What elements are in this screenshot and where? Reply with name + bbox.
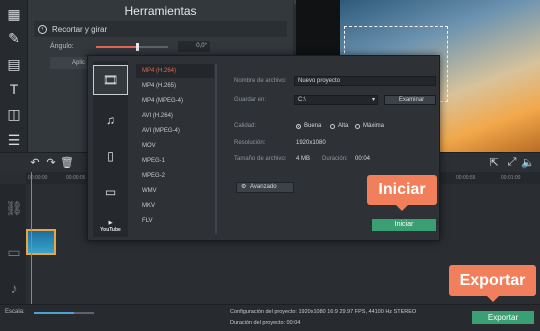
format-item[interactable]: MP4 (H.265) — [136, 79, 214, 93]
export-dialog: 🎞 ♫ ▯ ▭ ▶ YouTube MP4 (H.264) MP4 (H.265)… — [87, 55, 440, 241]
angle-slider-fill — [96, 46, 138, 48]
duration-label: Duración: — [322, 156, 348, 162]
format-scrollbar[interactable] — [215, 64, 217, 234]
youtube-category[interactable]: ▶ YouTube — [93, 211, 128, 241]
device-category-icon[interactable]: ▯ — [93, 141, 128, 171]
filmstrip-icon[interactable]: ▤ — [4, 54, 24, 74]
project-config: Configuración del proyecto: 1920x1080 16… — [230, 309, 417, 315]
export-button[interactable]: Exportar — [472, 311, 534, 324]
playhead[interactable] — [31, 172, 32, 304]
angle-slider-thumb[interactable] — [136, 43, 139, 51]
file-size-value: 4 MB — [296, 156, 311, 162]
advanced-label: Avanzado — [250, 184, 277, 190]
quality-max-label: Máxima — [363, 123, 385, 129]
delete-icon[interactable]: 🗑 — [60, 156, 74, 169]
format-item[interactable]: FLV — [136, 214, 214, 228]
youtube-label: YouTube — [100, 226, 121, 233]
format-item[interactable]: MP4 (MPEG-4) — [136, 94, 214, 108]
panel-title: Herramientas — [124, 4, 197, 18]
format-item[interactable]: MOV — [136, 139, 214, 153]
volume-icon[interactable]: 🔈 — [521, 156, 535, 169]
save-in-label: Guardar en: — [234, 97, 267, 103]
left-toolbar: ▦ ✎ ▤ T ◫ ☰ — [0, 0, 28, 152]
format-item[interactable]: MPEG-2 — [136, 169, 214, 183]
fullscreen-icon[interactable]: ⤢ — [506, 156, 518, 168]
quality-good-label: Buena — [304, 123, 322, 129]
link-icon[interactable]: ⛓ — [4, 198, 24, 218]
crop-rotate-header: ‹ Recortar y girar — [34, 21, 287, 37]
browse-button[interactable]: Examinar — [384, 95, 436, 105]
format-item[interactable]: AVI (H.264) — [136, 109, 214, 123]
project-duration: Duración del proyecto: 00:04 — [230, 320, 301, 326]
export-callout: Exportar — [449, 265, 536, 302]
titles-icon[interactable]: T — [4, 79, 24, 99]
ruler-time: 00:00:55 — [456, 175, 476, 181]
undo-icon[interactable]: ↶ — [29, 156, 41, 169]
category-list: 🎞 ♫ ▯ ▭ ▶ YouTube — [93, 61, 128, 237]
format-item[interactable]: AVI (MPEG-4) — [136, 124, 214, 138]
import-media-icon[interactable]: ▦ — [4, 4, 24, 24]
music-track-icon[interactable]: ♪ — [4, 278, 24, 298]
audio-category-icon[interactable]: ♫ — [93, 105, 128, 135]
resolution-label: Resolución: — [234, 140, 266, 146]
tv-category-icon[interactable]: ▭ — [93, 177, 128, 207]
format-item[interactable]: MP4 (H.264) — [136, 64, 214, 78]
ruler-time: 00:00:05 — [66, 175, 86, 181]
quality-high-label: Alta — [338, 123, 349, 129]
quality-high-radio[interactable] — [330, 124, 335, 129]
resolution-value: 1920x1080 — [296, 140, 326, 146]
video-track-icon[interactable]: ▭ — [4, 242, 24, 262]
track-controls: ⛓ ▭ ♪ — [0, 184, 26, 304]
ruler-time: 00:01:00 — [501, 175, 521, 181]
advanced-button[interactable]: ⚙ Avanzado — [236, 182, 294, 193]
redo-icon[interactable]: ↷ — [45, 156, 57, 169]
quality-label: Calidad: — [234, 123, 257, 129]
start-callout: Iniciar — [367, 175, 437, 211]
format-item[interactable]: MKV — [136, 199, 214, 213]
save-in-select[interactable]: C:\ ▾ — [294, 95, 378, 105]
back-icon[interactable]: ‹ — [38, 24, 47, 34]
save-in-value: C:\ — [298, 97, 306, 103]
transitions-icon[interactable]: ◫ — [4, 104, 24, 124]
duration-value: 00:04 — [355, 156, 371, 162]
gear-icon: ⚙ — [241, 184, 247, 190]
file-name-label: Nombre de archivo: — [234, 78, 287, 84]
angle-input[interactable]: 0,0° — [178, 41, 210, 52]
video-category-icon[interactable]: 🎞 — [93, 65, 128, 95]
file-name-input[interactable]: Nuevo proyecto — [294, 76, 436, 86]
magic-wand-icon[interactable]: ✎ — [4, 28, 24, 48]
start-button[interactable]: Iniciar — [372, 219, 436, 231]
format-item[interactable]: WMV — [136, 184, 214, 198]
scale-slider-fill — [34, 312, 74, 314]
format-item[interactable]: MPEG-1 — [136, 154, 214, 168]
quality-good-radio[interactable] — [296, 124, 301, 129]
youtube-icon: ▶ — [108, 219, 113, 226]
chevron-down-icon: ▾ — [371, 97, 375, 103]
quality-max-radio[interactable] — [355, 124, 360, 129]
export-frame-icon[interactable]: ⇱ — [488, 156, 500, 169]
scale-label: Escala: — [5, 309, 25, 315]
angle-label: Ángulo: — [50, 43, 74, 50]
file-size-label: Tamaño de archivo: — [234, 156, 287, 162]
more-tools-icon[interactable]: ☰ — [4, 130, 24, 150]
section-title: Recortar y girar — [52, 24, 108, 34]
